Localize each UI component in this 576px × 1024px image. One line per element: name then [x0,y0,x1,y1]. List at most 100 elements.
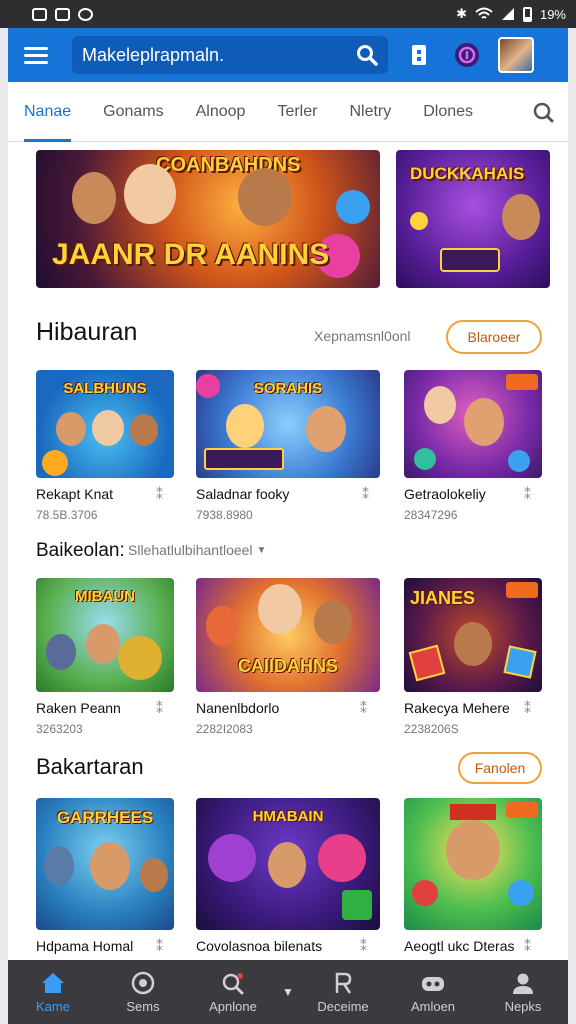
game-card-meta: 2238206S [404,722,459,736]
game-card-image[interactable]: HMABAIN [196,798,380,930]
game-card-meta: 7938.8980 [196,508,253,522]
battery-icon [522,6,532,22]
card-banner-strip [204,448,284,470]
chat-icon [455,43,479,67]
tab-games[interactable]: Gonams [87,82,179,142]
card-character [226,404,264,448]
search-icon[interactable] [356,44,378,66]
card-badge [506,374,538,390]
card-character [258,584,302,634]
featured-banner-2[interactable]: DUCKKAHAIS [396,150,550,288]
tab-home[interactable]: Nanae [8,82,87,142]
card-character [464,398,504,446]
nav-games-hub[interactable]: Amloen [388,971,478,1014]
notification-button[interactable] [402,38,436,72]
game-card-image[interactable]: MIBAUN [36,578,174,692]
card-more-icon[interactable]: ⁑ [156,486,163,503]
game-card-name[interactable]: Aeogtl ukc Dteras [404,938,515,954]
card-more-icon[interactable]: ⁑ [156,700,163,717]
tab-apps[interactable]: Alnoop [180,82,262,142]
game-card-name[interactable]: Rakecya Mehere [404,700,510,716]
game-card-name[interactable]: Nanenlbdorlo [196,700,279,716]
card-image-title: JIANES [410,588,476,608]
sort-label[interactable]: Xepnamsnl0onl [314,328,411,344]
banner-character [72,172,116,224]
card-character [424,386,456,424]
card-character [140,858,168,892]
content-scroll-area[interactable]: COANBAHDNS JAANR DR AANINS DUCKKAHAIS Hi… [8,142,568,960]
card-more-icon[interactable]: ⁑ [524,700,531,717]
home-icon [42,972,64,993]
banner-title: DUCKKAHAIS [410,164,525,183]
card-orb [208,834,256,882]
card-character [130,414,158,446]
tab-search-icon[interactable] [532,101,554,123]
app-bar: Makeleplrapmaln. [8,28,568,82]
card-image-title: HMABAIN [252,808,324,825]
banner-character [502,194,540,240]
card-character [446,820,500,880]
see-all-button[interactable]: Fanolen [458,752,542,784]
filter-dropdown[interactable]: Sllehatlulbihantloeel ▼ [128,542,266,558]
hamburger-menu-button[interactable] [18,37,54,73]
card-character [86,624,120,664]
user-icon [513,973,533,994]
image-notification-icon [55,7,70,21]
game-card-image[interactable] [404,798,542,930]
game-card-name[interactable]: Hdpama Homal [36,938,133,954]
game-card-meta: 3263203 [36,722,83,736]
card-more-icon[interactable]: ⁑ [360,700,367,717]
card-orb [508,450,530,472]
card-more-icon[interactable]: ⁑ [360,938,367,955]
bottom-navigation: Kame Sems Apnlone ▼ Deceime Amloen Nepks [8,960,568,1024]
banner-orb [410,212,428,230]
card-more-icon[interactable]: ⁑ [156,938,163,955]
game-card-name[interactable]: Rekapt Knat [36,486,113,502]
chevron-down-icon[interactable]: ▼ [278,985,298,999]
game-card-name[interactable]: Raken Peann [36,700,121,716]
card-more-icon[interactable]: ⁑ [362,486,369,503]
nav-search[interactable]: Apnlone [188,971,278,1014]
nav-discover[interactable]: Deceime [298,971,388,1014]
card-item [503,645,537,679]
featured-banner-1[interactable]: COANBAHDNS JAANR DR AANINS [36,150,380,288]
card-character [92,410,124,446]
nav-discover-label: Deceime [317,998,369,1014]
game-card-image[interactable]: GARRHEES [36,798,174,930]
nav-home-label: Kame [36,998,70,1014]
game-card-image[interactable]: SALBHUNS [36,370,174,478]
card-more-icon[interactable]: ⁑ [524,486,531,503]
section-title-baikeolan: Baikeolan: [36,540,125,561]
card-check-badge [342,890,372,920]
see-all-button[interactable]: Blaroeer [446,320,542,354]
notification-icon [32,7,47,21]
game-card-image[interactable]: JIANES [404,578,542,692]
card-more-icon[interactable]: ⁑ [524,938,531,955]
card-character [44,846,74,886]
game-card-meta: 78.5B.3706 [36,508,98,522]
game-card-name[interactable]: Getraolokeliy [404,486,486,502]
nav-profile[interactable]: Nepks [478,971,568,1014]
nav-home[interactable]: Kame [8,971,98,1014]
wifi-icon [475,7,493,19]
game-card-image[interactable]: CAIIDAHNS [196,578,380,692]
gamepad-icon [422,976,444,991]
menu-icon-line [24,46,48,50]
user-avatar[interactable] [498,37,534,73]
games-icon [131,971,155,994]
card-character [56,412,86,446]
messages-button[interactable] [450,38,484,72]
game-card-name[interactable]: Covolasnoa bilenats [196,938,322,954]
card-image-title: SORAHIS [253,380,323,397]
search-input[interactable]: Makeleplrapmaln. [72,36,388,74]
tab-trending[interactable]: Terler [261,82,333,142]
card-image-title: CAIIDAHNS [237,656,338,676]
card-orb [318,834,366,882]
tab-more[interactable]: Dlones [407,82,489,142]
game-card-image[interactable]: SORAHIS [196,370,380,478]
game-card-image[interactable] [404,370,542,478]
tab-new[interactable]: Nletry [333,82,407,142]
card-image-title: SALBHUNS [63,380,147,397]
nav-games[interactable]: Sems [98,971,188,1014]
game-card-name[interactable]: Saladnar fooky [196,486,289,502]
